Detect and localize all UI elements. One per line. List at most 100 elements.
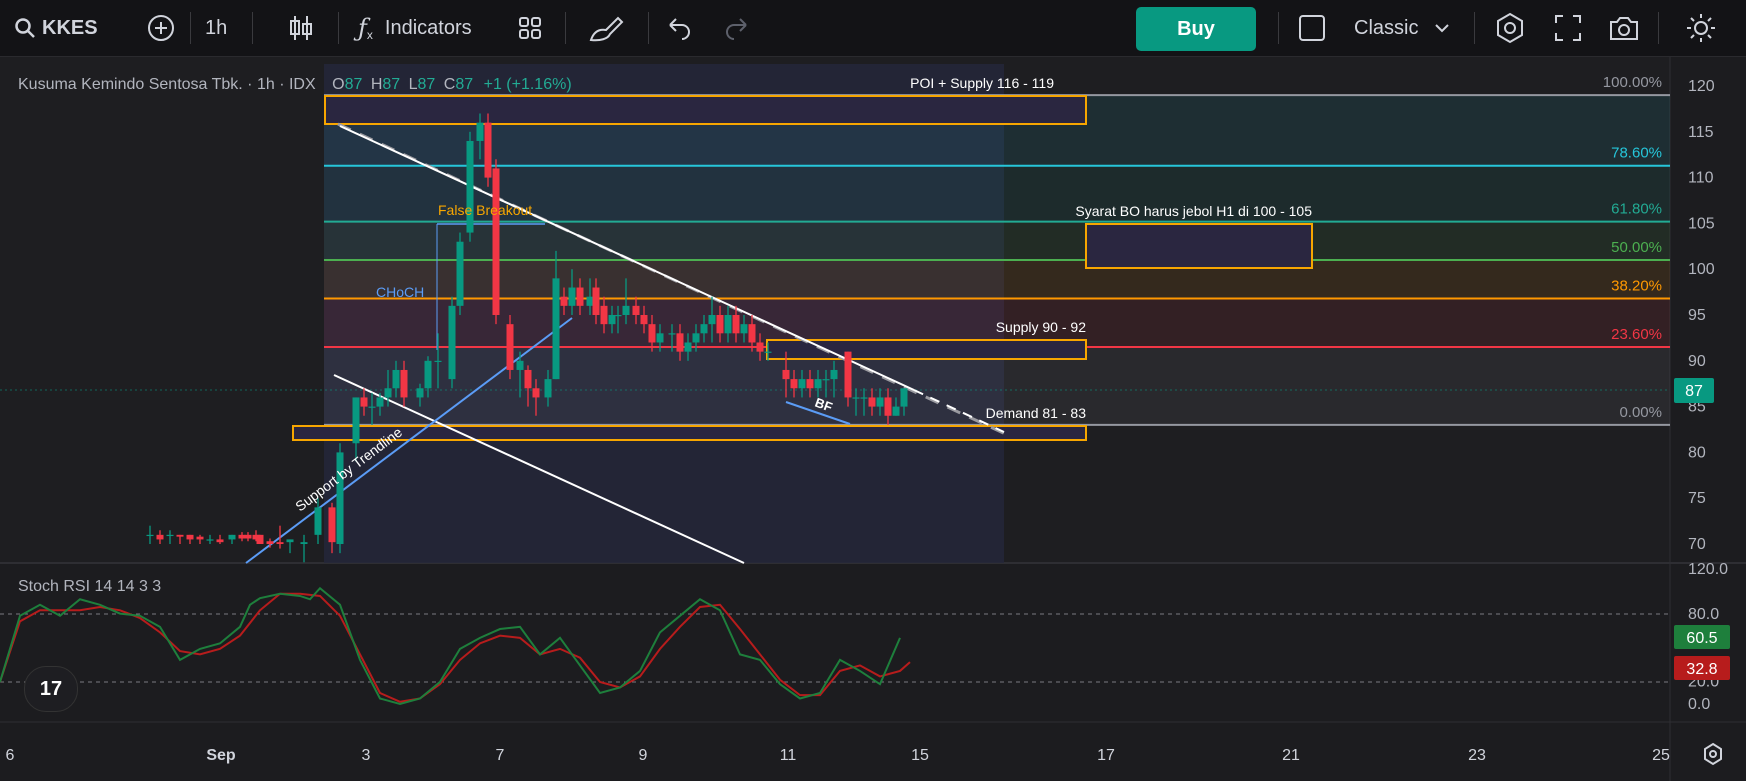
candle-body	[756, 342, 764, 352]
fib-level-label: 50.00%	[1611, 239, 1662, 256]
candle-body	[798, 379, 806, 389]
interval-label: 1h	[205, 16, 228, 39]
rsi-legend[interactable]: Stoch RSI 14 14 3 3	[18, 578, 161, 596]
candle-body	[146, 534, 154, 537]
tradingview-logo[interactable]: 17	[24, 666, 78, 712]
interval-button[interactable]: 1h	[205, 0, 227, 56]
legend-c-label: C	[443, 76, 456, 93]
plus-circle-icon	[148, 15, 174, 41]
candle-body	[640, 315, 648, 325]
time-tick: 17	[1097, 747, 1115, 764]
candle-body	[176, 534, 184, 537]
candle-body	[276, 542, 284, 544]
fib-level-label: 100.00%	[1603, 74, 1662, 91]
candle-body	[524, 369, 532, 389]
fib-level-label: 78.60%	[1611, 145, 1662, 162]
candle-body	[466, 140, 474, 233]
candle-body	[764, 351, 772, 353]
candle-body	[484, 122, 492, 178]
candle-body	[368, 406, 376, 408]
indicators-button[interactable]: ƒ x Indicators	[358, 0, 472, 56]
candle-body	[622, 305, 630, 315]
candle-body	[716, 315, 724, 334]
function-icon-x: x	[366, 28, 373, 42]
candle-body	[790, 379, 798, 389]
compare-button[interactable]	[146, 0, 176, 56]
legend-name: Kusuma Kemindo Sentosa Tbk.	[18, 76, 243, 93]
candle-body	[516, 360, 524, 370]
candle-body	[216, 539, 224, 543]
layout-label: Classic	[1354, 16, 1419, 39]
rsi-tick: 80.0	[1688, 606, 1719, 623]
settings-button[interactable]	[1494, 0, 1526, 56]
candle-body	[732, 315, 740, 334]
fib-level-label: 0.00%	[1619, 404, 1662, 421]
price-tick: 110	[1688, 170, 1714, 187]
time-tick: 9	[639, 747, 648, 764]
rsi-k-value: 60.5	[1686, 630, 1717, 647]
candle-body	[492, 168, 500, 315]
rsi-tick: 120.0	[1688, 561, 1728, 578]
candle-body	[782, 369, 790, 380]
undo-button[interactable]	[666, 0, 692, 56]
buy-button[interactable]: Buy	[1136, 7, 1256, 51]
drawing-button[interactable]	[588, 0, 626, 56]
false-breakout-label: False Breakout	[438, 202, 532, 218]
grid-icon	[519, 17, 541, 39]
fullscreen-icon	[1555, 15, 1581, 41]
price-tick: 70	[1688, 536, 1706, 553]
rsi-d-value: 32.8	[1686, 661, 1717, 678]
candle-body	[532, 388, 540, 398]
symbol-legend[interactable]: Kusuma Kemindo Sentosa Tbk. · 1h · IDX O…	[18, 76, 572, 94]
candle-body	[560, 296, 568, 306]
templates-button[interactable]	[518, 0, 542, 56]
candle-body	[266, 541, 274, 544]
candle-body	[506, 324, 514, 370]
candle-body	[196, 536, 204, 540]
indicators-label: Indicators	[384, 16, 472, 39]
candle-body	[360, 397, 368, 407]
redo-button[interactable]	[724, 0, 750, 56]
candle-body	[740, 324, 748, 334]
candle-body	[576, 287, 584, 306]
candle-body	[806, 379, 814, 389]
candle-body	[544, 379, 552, 398]
layout-select[interactable]: Classic	[1298, 0, 1450, 56]
hexagon-settings-icon	[1497, 12, 1523, 44]
candle-body	[648, 324, 656, 343]
legend-interval: 1h	[256, 76, 275, 93]
screenshot-button[interactable]	[1608, 0, 1640, 56]
current-price-value: 87	[1685, 383, 1703, 400]
candle-body	[830, 369, 838, 380]
time-tick: 15	[911, 747, 929, 764]
candle-body	[708, 315, 716, 325]
poi-supply-label: POI + Supply 116 - 119	[910, 75, 1054, 91]
syarat-bo-label: Syarat BO harus jebol H1 di 100 - 105	[1075, 203, 1312, 219]
candle-body	[892, 406, 900, 416]
candle-body	[876, 397, 884, 407]
fullscreen-button[interactable]	[1554, 0, 1582, 56]
candle-body	[256, 534, 264, 544]
price-tick: 120	[1688, 78, 1715, 95]
undo-icon	[669, 18, 690, 40]
price-tick: 80	[1688, 444, 1706, 461]
poi-supply-box[interactable]	[324, 95, 1087, 125]
candle-body	[552, 278, 560, 380]
chart-type-button[interactable]	[288, 0, 314, 56]
candle-body	[456, 241, 464, 306]
chevron-down-icon	[1435, 24, 1450, 33]
candle-body	[166, 534, 174, 537]
candle-body	[206, 539, 214, 541]
legend-close: 87	[455, 76, 474, 93]
candle-body	[614, 315, 622, 317]
time-tick: 3	[362, 747, 371, 764]
symbol-search[interactable]: KKES	[14, 0, 98, 56]
candle-body	[300, 542, 308, 544]
candle-body	[600, 305, 608, 325]
supply-box[interactable]	[766, 339, 1087, 360]
candle-body	[700, 324, 708, 334]
demand-label: Demand 81 - 83	[986, 405, 1087, 421]
syarat-bo-box[interactable]	[1085, 223, 1313, 269]
theme-button[interactable]	[1686, 0, 1716, 56]
chart-canvas[interactable]: POI + Supply 116 - 119 Syarat BO harus j…	[0, 57, 1746, 781]
